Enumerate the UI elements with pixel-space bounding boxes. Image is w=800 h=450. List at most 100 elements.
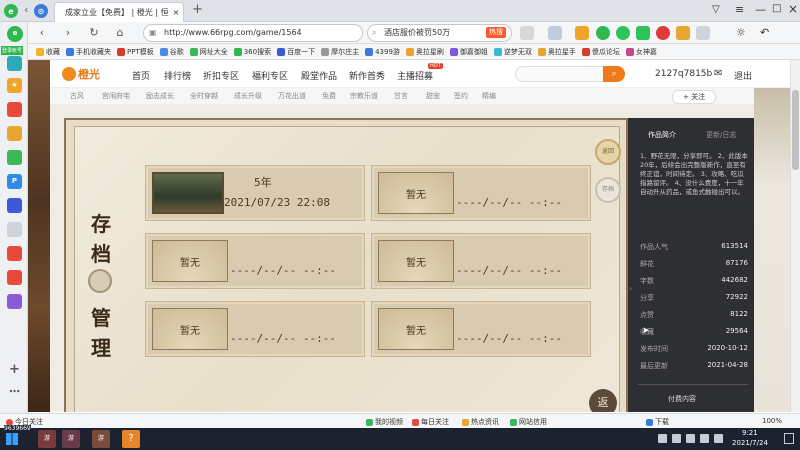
shop-icon[interactable] [7, 246, 22, 261]
status-video[interactable]: 我的视频 [366, 417, 403, 427]
nav-ranking[interactable]: 排行榜 [164, 69, 191, 82]
status-credit[interactable]: 网站信用 [510, 417, 547, 427]
bookmark-item[interactable]: PPT模板 [117, 47, 154, 57]
close-tab-icon[interactable]: × [173, 8, 180, 17]
save-slot-2[interactable]: 暂无 ----/--/-- --:-- [371, 165, 591, 221]
save-slot-6[interactable]: 暂无 ----/--/-- --:-- [371, 301, 591, 357]
undo-icon[interactable]: ↶ [760, 26, 774, 40]
more-icon[interactable]: ⋯ [7, 384, 22, 399]
app-icon[interactable] [636, 26, 650, 40]
status-news[interactable]: 热点资讯 [462, 417, 499, 427]
minimize-button[interactable]: — [755, 3, 766, 16]
site-search-button[interactable]: ⌕ [603, 66, 625, 82]
tray-icon[interactable] [714, 434, 723, 443]
add-icon[interactable]: + [7, 362, 22, 377]
save-slot-1[interactable]: 5年 2021/07/23 22:08 [145, 165, 365, 221]
translate-icon[interactable] [575, 26, 589, 40]
bookmark-item[interactable]: 奥拉星手 [537, 47, 576, 57]
bookmark-item[interactable]: 网址大全 [189, 47, 228, 57]
category-link[interactable]: 甘言 [394, 91, 408, 101]
save-mode-button[interactable]: 存档 [595, 177, 621, 203]
login-label[interactable]: 登录帐号 [1, 46, 24, 55]
category-link[interactable]: 万花出道 [278, 91, 306, 101]
forward-button[interactable]: › [60, 25, 76, 41]
extension-icon[interactable] [596, 26, 610, 40]
compass-icon[interactable]: ⊙ [34, 4, 48, 18]
category-link[interactable]: 成长升级 [234, 91, 262, 101]
status-daily[interactable]: 每日关注 [412, 417, 449, 427]
tab-intro[interactable]: 作品简介 [648, 130, 676, 140]
message-icon[interactable]: ✉ [714, 68, 722, 79]
bookmark-item[interactable]: 谷歌 [159, 47, 184, 57]
panel-collapse-icon[interactable]: › [629, 284, 632, 293]
bookmark-item[interactable]: 收藏 [36, 47, 60, 57]
login-icon[interactable]: e [7, 26, 23, 42]
zoom-level[interactable]: 100% [762, 417, 782, 425]
bookmark-item[interactable]: 360搜索 [233, 47, 271, 57]
search-input[interactable]: ⌕ 酒店服价被罚50万 热搜 [367, 24, 512, 42]
save-slot-4[interactable]: 暂无 ----/--/-- --:-- [371, 233, 591, 289]
nav-home[interactable]: 首页 [132, 69, 150, 82]
nav-new[interactable]: 新作首秀 [349, 69, 385, 82]
category-link[interactable]: 宗教乐道 [350, 91, 378, 101]
back-button[interactable]: ‹ [34, 25, 50, 41]
bookmark-item[interactable]: 女神嘉 [625, 47, 657, 57]
shield-icon[interactable] [7, 56, 22, 71]
save-slot-3[interactable]: 暂无 ----/--/-- --:-- [145, 233, 365, 289]
category-link[interactable]: 免费 [322, 91, 336, 101]
maximize-button[interactable]: □ [772, 3, 781, 14]
category-link[interactable]: 古风 [70, 91, 84, 101]
cloud-icon[interactable] [7, 150, 22, 165]
category-link[interactable]: 签约 [454, 91, 468, 101]
clock-time[interactable]: 9:21 [742, 429, 758, 437]
nav-hall[interactable]: 殿堂作品 [301, 69, 337, 82]
tab-update-log[interactable]: 更新/日志 [706, 130, 736, 140]
chat-icon[interactable] [7, 126, 22, 141]
settings-icon[interactable]: ☼ [736, 26, 750, 40]
scrollbar-thumb[interactable] [792, 90, 799, 170]
browser-logo-icon[interactable]: e [4, 4, 18, 18]
back-round-button[interactable]: 返 [589, 389, 617, 412]
new-tab-button[interactable]: + [192, 2, 203, 17]
menu-icon[interactable]: ≡ [735, 3, 744, 16]
bookmark-item[interactable]: 百度一下 [277, 47, 315, 57]
screenshot-icon[interactable] [696, 26, 710, 40]
active-tab[interactable]: 成家立业【免费】 | 橙光 | 恒 × [54, 2, 184, 22]
logout-link[interactable]: 退出 [734, 69, 752, 82]
bookmark-item[interactable]: 傻瓜论坛 [581, 47, 620, 57]
cut-icon[interactable] [520, 26, 534, 40]
category-link[interactable]: 甜宠 [426, 91, 440, 101]
bookmark-item[interactable]: 御嘉御姐 [449, 47, 488, 57]
mail-icon[interactable] [676, 26, 690, 40]
url-input[interactable]: ▣ http://www.66rpg.com/game/1564 [143, 24, 363, 42]
bookmark-item[interactable]: 摩尔庄主 [321, 47, 359, 57]
phone-icon[interactable] [7, 198, 22, 213]
save-slot-5[interactable]: 暂无 ----/--/-- --:-- [145, 301, 365, 357]
bookmark-item[interactable]: 逆梦无双 [493, 47, 532, 57]
nav-welfare[interactable]: 福利专区 [252, 69, 288, 82]
grid-icon[interactable] [548, 26, 562, 40]
refresh-button[interactable]: ↻ [86, 25, 102, 41]
nav-discount[interactable]: 折扣专区 [203, 69, 239, 82]
tray-icon[interactable] [700, 434, 709, 443]
weibo-icon[interactable] [7, 102, 22, 117]
user-id[interactable]: 2127q7815b [655, 69, 712, 79]
category-link[interactable]: 励志成长 [146, 91, 174, 101]
wechat-icon[interactable] [616, 26, 630, 40]
home-button[interactable]: ⌂ [112, 25, 128, 41]
bookmark-item[interactable]: 奥拉星刷 [405, 47, 444, 57]
category-link[interactable]: 精编 [482, 91, 496, 101]
game-icon[interactable] [7, 294, 22, 309]
nav-streamer[interactable]: 主播招募 [397, 69, 433, 82]
bookmark-item[interactable]: 4399游 [365, 47, 400, 57]
site-search-input[interactable] [515, 66, 605, 82]
payment-icon[interactable]: P [7, 174, 22, 189]
video-icon[interactable] [7, 270, 22, 285]
return-button[interactable]: 返回 [595, 139, 621, 165]
taskbar-app-4[interactable]: ? [122, 430, 140, 448]
start-icon[interactable] [6, 433, 18, 445]
star-icon[interactable]: ★ [7, 78, 22, 93]
site-logo[interactable]: 橙光 [62, 66, 100, 82]
taskbar-app-1[interactable]: 游 [38, 430, 56, 448]
weibo-icon[interactable] [656, 26, 670, 40]
